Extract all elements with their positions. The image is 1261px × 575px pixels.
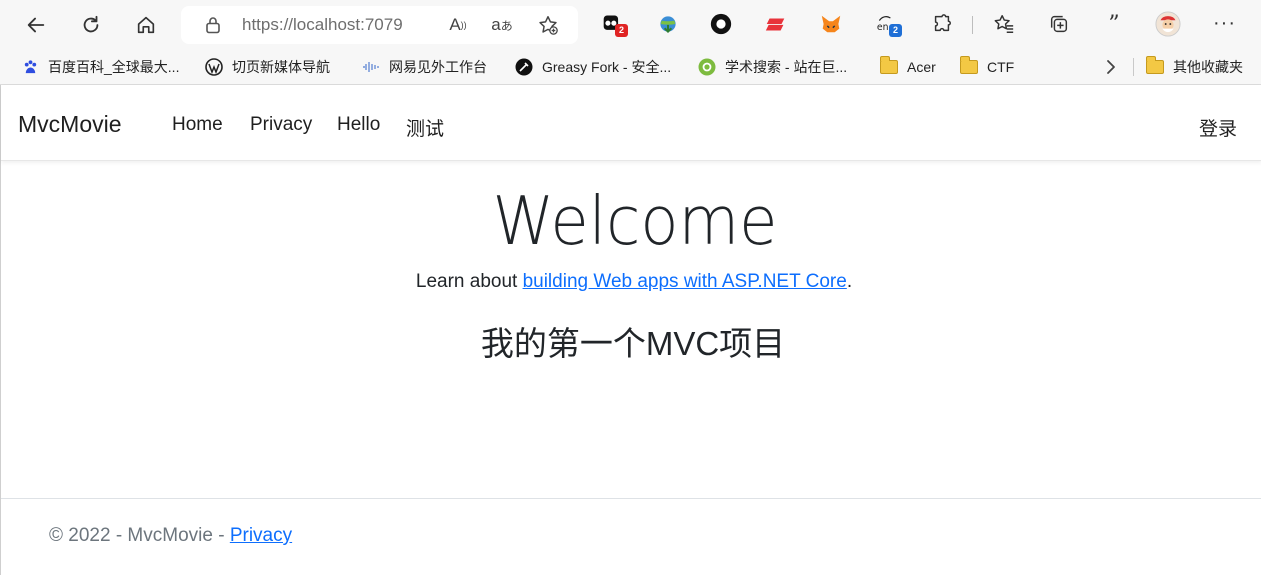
favorite-label: 其他收藏夹	[1173, 59, 1243, 75]
home-button[interactable]	[128, 7, 164, 43]
extension-badge: 2	[615, 24, 628, 37]
folder-icon	[959, 56, 978, 76]
refresh-icon	[83, 15, 99, 33]
profile-avatar[interactable]	[1155, 11, 1181, 37]
globe-download-icon	[660, 16, 676, 34]
lock-icon	[206, 17, 220, 34]
wordpress-icon	[205, 58, 223, 76]
nav-privacy[interactable]: Privacy	[250, 114, 312, 136]
favorite-label: 百度百科_全球最大...	[48, 59, 180, 75]
favorite-label: Acer	[907, 59, 936, 75]
back-button[interactable]	[18, 7, 54, 43]
page-title: Welcome	[492, 182, 778, 260]
collections-button[interactable]	[1046, 11, 1072, 37]
login-link[interactable]: 登录	[1199, 114, 1237, 141]
footer-divider	[1, 498, 1261, 499]
add-favorite-icon[interactable]	[536, 14, 560, 36]
nav-home[interactable]: Home	[172, 114, 223, 136]
favorites-button[interactable]	[991, 11, 1017, 37]
aspnet-docs-link[interactable]: building Web apps with ASP.NET Core	[523, 271, 847, 292]
favorite-label: 学术搜索 - 站在巨...	[725, 59, 848, 75]
favorite-folder[interactable]: CTF	[959, 56, 1015, 77]
extension-badge: 2	[889, 24, 902, 37]
favorite-item[interactable]: 百度百科_全球最大...	[21, 57, 179, 77]
translate-icon[interactable]: aあ	[490, 14, 514, 36]
extension-translator[interactable]: en 2	[874, 11, 902, 37]
favorite-item[interactable]: 学术搜索 - 站在巨...	[698, 57, 847, 77]
favorite-label: Greasy Fork - 安全...	[542, 59, 672, 75]
back-arrow-icon	[27, 17, 45, 33]
avatar-icon	[1155, 11, 1181, 37]
site-footer: © 2022 - MvcMovie - Privacy	[49, 525, 292, 547]
fox-icon	[821, 15, 841, 33]
toolbar-divider	[972, 16, 973, 34]
learn-suffix: .	[846, 271, 853, 292]
learn-text: Learn about building Web apps with ASP.N…	[1, 271, 1261, 293]
favorite-item[interactable]: Greasy Fork - 安全...	[515, 57, 671, 77]
ring-icon	[710, 13, 732, 35]
footer-text: © 2022 - MvcMovie -	[49, 525, 230, 546]
extension-tampermonkey[interactable]: 2	[600, 11, 628, 37]
folder-icon	[1145, 56, 1164, 76]
favorites-divider	[1133, 58, 1134, 76]
nav-test[interactable]: 测试	[406, 114, 444, 141]
quote-icon[interactable]: ”	[1101, 11, 1127, 37]
favorite-item[interactable]: 切页新媒体导航	[205, 57, 330, 77]
refresh-button[interactable]	[73, 7, 109, 43]
folder-icon	[879, 56, 898, 76]
wave-icon	[362, 58, 380, 76]
extension-circle[interactable]	[708, 11, 734, 37]
scholar-icon	[698, 58, 716, 76]
extension-expressvpn[interactable]	[763, 11, 789, 37]
address-url: https://localhost:7079	[242, 15, 403, 34]
favorite-folder-other[interactable]: 其他收藏夹	[1145, 56, 1243, 77]
svg-text:en: en	[877, 22, 889, 33]
browser-toolbar: https://localhost:7079 A)) aあ 2 en 2 ” ·…	[0, 0, 1261, 50]
favorite-folder[interactable]: Acer	[879, 56, 936, 77]
site-navbar: MvcMovie Home Privacy Hello 测试 登录	[1, 85, 1261, 161]
favorite-label: 网易见外工作台	[389, 59, 487, 75]
baidu-icon	[21, 58, 39, 76]
settings-menu-button[interactable]: ···	[1213, 12, 1236, 35]
address-bar[interactable]: https://localhost:7079 A)) aあ	[181, 6, 578, 44]
home-icon	[137, 16, 155, 34]
brand-link[interactable]: MvcMovie	[18, 111, 122, 138]
puzzle-icon	[934, 14, 951, 32]
footer-privacy-link[interactable]: Privacy	[230, 525, 292, 546]
nav-hello[interactable]: Hello	[337, 114, 380, 136]
favorites-star-list-icon	[994, 15, 1014, 33]
chevron-right-icon[interactable]	[1102, 58, 1120, 76]
favorite-item[interactable]: 网易见外工作台	[362, 57, 487, 77]
web-page: MvcMovie Home Privacy Hello 测试 登录 Welcom…	[0, 85, 1261, 575]
read-aloud-icon[interactable]: A))	[446, 14, 470, 36]
extension-metamask[interactable]	[818, 11, 844, 37]
extensions-button[interactable]	[929, 11, 955, 37]
project-subtitle: 我的第一个MVC项目	[480, 325, 786, 362]
greasyfork-icon	[515, 58, 533, 76]
collections-icon	[1050, 15, 1068, 33]
extension-idm[interactable]	[655, 11, 681, 37]
favorite-label: 切页新媒体导航	[232, 59, 330, 75]
learn-prefix: Learn about	[415, 271, 523, 292]
favorite-label: CTF	[987, 59, 1015, 75]
favorites-bar: 百度百科_全球最大... 切页新媒体导航 网易见外工作台 Greasy Fork…	[0, 50, 1261, 85]
expressvpn-icon	[765, 18, 785, 31]
